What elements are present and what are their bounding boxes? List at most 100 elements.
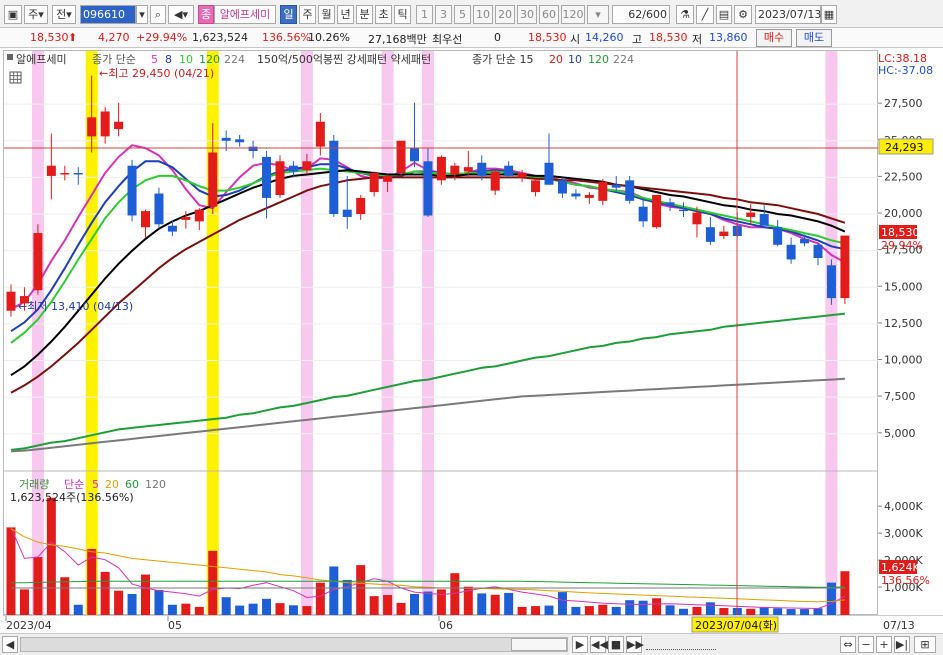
split-view-icon[interactable]: ⊞ — [914, 636, 936, 653]
scroll-right-icon[interactable]: ▶ — [572, 636, 588, 653]
volume-bar — [813, 608, 823, 615]
tab-day[interactable]: 일 — [280, 5, 297, 24]
zoom-in-icon[interactable]: + — [876, 636, 892, 653]
volume-bar — [625, 600, 635, 615]
legend-ma10: 10 — [179, 53, 193, 66]
scroll-track[interactable] — [20, 637, 568, 652]
candle-body — [356, 197, 366, 215]
volume-bar — [275, 603, 285, 615]
interval-120[interactable]: 120 — [561, 5, 585, 24]
all-selector[interactable]: 전▾ — [52, 5, 76, 24]
stop-icon[interactable]: ■ — [608, 636, 624, 653]
gear-icon[interactable]: ⚙ — [734, 5, 752, 24]
tab-week[interactable]: 주 — [299, 5, 316, 24]
candle-body — [665, 202, 675, 206]
fast-forward-icon[interactable]: ▶▶ — [626, 636, 644, 653]
scroll-thumb[interactable] — [511, 638, 567, 651]
volume-bar — [638, 600, 648, 615]
page-counter[interactable]: 62/600 — [612, 5, 670, 24]
interval-60[interactable]: 60 — [539, 5, 559, 24]
sell-button[interactable]: 매도 — [796, 29, 832, 47]
scroll-end-icon[interactable]: ▶| — [894, 636, 910, 653]
date-input[interactable]: 2023/07/13 — [755, 5, 821, 24]
volume: 1,623,524 — [192, 31, 248, 44]
tab-tick[interactable]: 틱 — [394, 5, 411, 24]
legend-ma120: 120 — [199, 53, 220, 66]
candle-body — [517, 173, 527, 178]
candle-body — [342, 209, 352, 217]
search-icon[interactable]: ⌕ — [150, 5, 166, 24]
tab-year[interactable]: 년 — [337, 5, 354, 24]
zoom-fit-icon[interactable]: ⇔ — [840, 636, 856, 653]
market-selector[interactable]: 주▾ — [24, 5, 48, 24]
candle-body — [46, 165, 56, 176]
candle-body — [746, 212, 756, 217]
candle-body — [436, 156, 446, 181]
top-toolbar: ▣ 주▾ 전▾ 096610 ▾ ⌕ ◀▾ 종 알에프세미 일 주 월 년 분 … — [0, 0, 943, 28]
zoom-out-icon[interactable]: − — [858, 636, 874, 653]
candle-body — [33, 233, 43, 291]
buy-button[interactable]: 매수 — [756, 29, 792, 47]
interval-1[interactable]: 1 — [416, 5, 433, 24]
zoom-slider[interactable] — [646, 639, 716, 650]
pref-value: 0 — [494, 31, 501, 44]
volume-bar — [127, 593, 137, 615]
tab-month[interactable]: 월 — [318, 5, 335, 24]
candle-body — [329, 140, 339, 215]
window-menu-icon[interactable]: ▣ — [4, 5, 22, 24]
volume-bar — [692, 606, 702, 615]
volume-bar — [46, 497, 56, 615]
candle-body — [490, 171, 500, 191]
volume-bar — [6, 527, 16, 615]
volume-ma120: 120 — [145, 478, 166, 491]
tab-second[interactable]: 초 — [375, 5, 392, 24]
candle-body — [302, 161, 312, 171]
scroll-left-icon[interactable]: ◀ — [2, 636, 18, 653]
hc-label: HC:-37.08 — [878, 64, 933, 77]
volume-bar — [154, 589, 164, 615]
calendar-icon[interactable]: ▦ — [821, 5, 837, 24]
interval-5[interactable]: 5 — [454, 5, 471, 24]
volume-bar — [181, 603, 191, 615]
price-volume-chart[interactable]: 알에프세미 종가 단순 5 8 10 120 224 150억/500억봉찐 강… — [4, 51, 879, 616]
interval-30[interactable]: 30 — [517, 5, 537, 24]
volume-bar — [665, 605, 675, 615]
interval-10[interactable]: 10 — [473, 5, 493, 24]
volume-bar — [235, 605, 245, 615]
x-label-2023-04: 2023/04 — [6, 619, 52, 632]
chart-panel[interactable]: 알에프세미 종가 단순 5 8 10 120 224 150억/500억봉찐 강… — [3, 50, 879, 616]
code-dropdown-icon[interactable]: ▾ — [136, 5, 148, 24]
interval-dropdown[interactable]: ▾ — [587, 5, 609, 24]
legend-pattern: 150억/500억봉찐 강세패턴 약세패턴 — [257, 52, 431, 66]
rewind-icon[interactable]: ◀◀ — [590, 636, 608, 653]
crosshair-price: 24,293 — [885, 141, 924, 154]
candle-body — [625, 180, 635, 201]
speaker-icon[interactable]: ◀▾ — [168, 5, 194, 24]
volume-bar — [208, 550, 218, 615]
legend-toggle-icon[interactable] — [7, 54, 13, 60]
grid-toggle-icon[interactable] — [9, 71, 22, 84]
candle-body — [557, 180, 567, 194]
highlight-band-pink — [421, 51, 434, 616]
save-icon[interactable]: ▤ — [716, 5, 732, 24]
stock-code-input[interactable]: 096610 — [80, 5, 136, 24]
draw-tool-icon[interactable]: ╱ — [696, 5, 714, 24]
interval-3[interactable]: 3 — [435, 5, 452, 24]
tab-minute[interactable]: 분 — [356, 5, 373, 24]
volume-bar — [719, 607, 729, 615]
price-tick-label: 12,500 — [884, 317, 923, 330]
candle-settings-icon[interactable]: ⚗ — [676, 5, 694, 24]
candle-body — [114, 121, 124, 130]
candle-body — [141, 211, 150, 228]
candle-body — [248, 146, 258, 152]
stock-name[interactable]: 알에프세미 — [214, 5, 276, 24]
candle-body — [181, 216, 191, 220]
candle-body — [652, 194, 662, 228]
candle-body — [611, 184, 621, 188]
volume-bar — [490, 594, 500, 615]
candle-body — [840, 235, 850, 299]
interval-20[interactable]: 20 — [495, 5, 515, 24]
candle-body — [221, 137, 231, 141]
x-end-label: 07/13 — [883, 619, 915, 632]
volume-bar — [167, 604, 177, 615]
